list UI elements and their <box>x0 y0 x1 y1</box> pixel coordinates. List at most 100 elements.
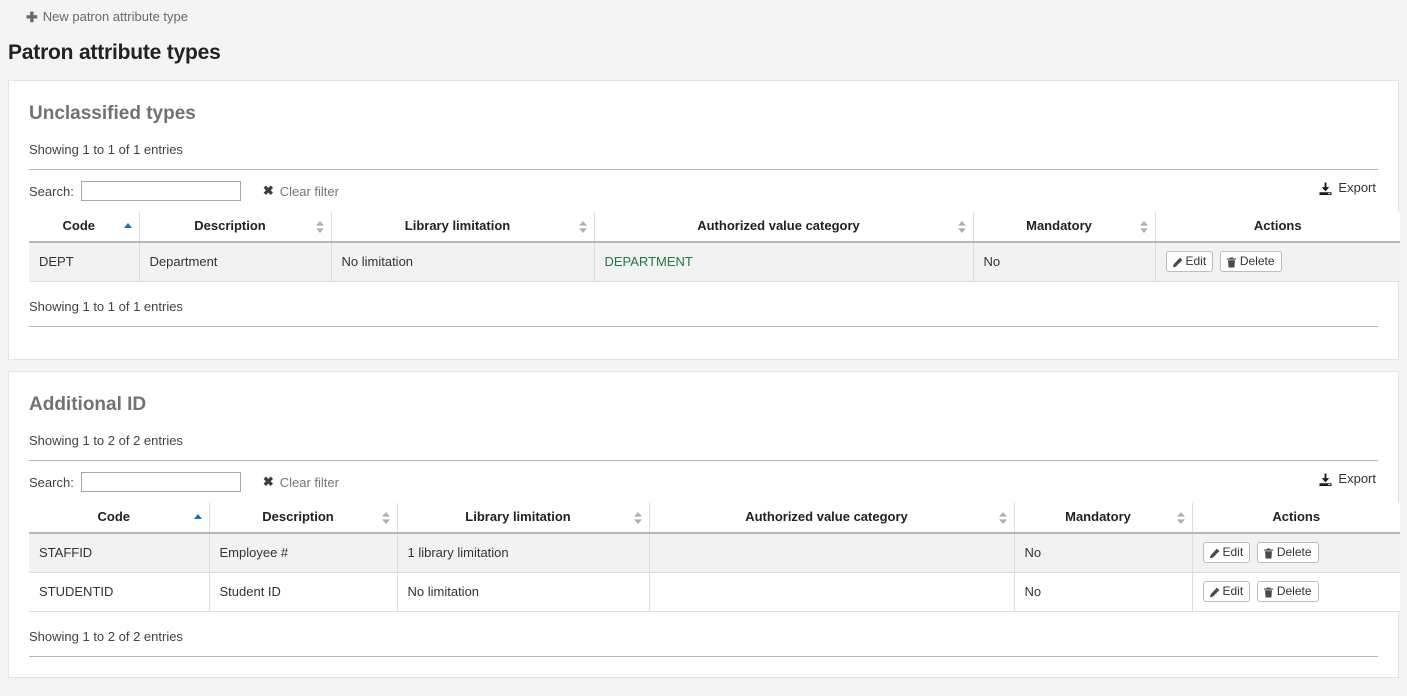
cell-library-limitation: No limitation <box>331 242 594 282</box>
edit-button[interactable]: Edit <box>1203 581 1251 602</box>
showing-entries-top-unclassified: Showing 1 to 1 of 1 entries <box>29 142 1388 157</box>
column-label: Mandatory <box>1026 218 1092 233</box>
column-header-library-limitation[interactable]: Library limitation <box>397 503 649 533</box>
trash-icon <box>1263 548 1274 559</box>
cell-authorized-value-category <box>649 573 1014 612</box>
delete-label: Delete <box>1277 584 1312 598</box>
column-header-actions: Actions <box>1155 212 1400 242</box>
authorized-value-category-link[interactable]: DEPARTMENT <box>605 254 693 269</box>
plus-icon: ✚ <box>26 10 38 24</box>
top-toolbar: ✚ New patron attribute type <box>0 0 1407 33</box>
search-input[interactable] <box>81 181 241 201</box>
export-label: Export <box>1338 471 1376 486</box>
table-row: STAFFID Employee # 1 library limitation … <box>29 533 1400 573</box>
column-label: Mandatory <box>1065 509 1131 524</box>
clear-filter-label: Clear filter <box>280 475 339 490</box>
delete-label: Delete <box>1277 545 1312 559</box>
column-header-library-limitation[interactable]: Library limitation <box>331 212 594 242</box>
panel-unclassified-types: Unclassified types Showing 1 to 1 of 1 e… <box>8 80 1399 360</box>
column-label: Description <box>194 218 266 233</box>
sort-ascending-icon <box>193 511 203 525</box>
delete-button[interactable]: Delete <box>1220 251 1282 272</box>
column-label: Description <box>262 509 334 524</box>
column-header-description[interactable]: Description <box>139 212 331 242</box>
search-label: Search: <box>29 184 74 199</box>
table-header-row: Code Description Library limitation <box>29 503 1400 533</box>
export-button[interactable]: Export <box>1319 180 1376 195</box>
new-patron-attribute-type-button[interactable]: ✚ New patron attribute type <box>26 9 188 24</box>
cell-description: Employee # <box>209 533 397 573</box>
pencil-icon <box>1209 548 1220 559</box>
edit-label: Edit <box>1223 584 1244 598</box>
cell-authorized-value-category: DEPARTMENT <box>594 242 973 282</box>
search-input[interactable] <box>81 472 241 492</box>
sort-neutral-icon <box>998 511 1008 525</box>
table-header: Code Description Library limitation <box>29 503 1400 533</box>
cell-actions: Edit Delete <box>1192 533 1400 573</box>
column-label: Actions <box>1272 509 1320 524</box>
table-header-row: Code Description Library limitation <box>29 212 1400 242</box>
sort-neutral-icon <box>1139 220 1149 234</box>
column-header-mandatory[interactable]: Mandatory <box>973 212 1155 242</box>
section-title-unclassified: Unclassified types <box>29 103 1388 125</box>
clear-filter-label: Clear filter <box>280 184 339 199</box>
column-label: Authorized value category <box>697 218 860 233</box>
clear-filter-button[interactable]: ✖ Clear filter <box>263 183 339 199</box>
table-row: DEPT Department No limitation DEPARTMENT… <box>29 242 1400 282</box>
delete-button[interactable]: Delete <box>1257 581 1319 602</box>
table-header: Code Description Library limitation <box>29 212 1400 242</box>
cell-library-limitation: 1 library limitation <box>397 533 649 573</box>
download-icon <box>1319 473 1332 487</box>
edit-button[interactable]: Edit <box>1166 251 1214 272</box>
column-label: Code <box>63 218 96 233</box>
cell-code: DEPT <box>29 242 139 282</box>
table-body: STAFFID Employee # 1 library limitation … <box>29 533 1400 612</box>
column-header-actions: Actions <box>1192 503 1400 533</box>
sort-neutral-icon <box>1176 511 1186 525</box>
showing-entries-top-additional-id: Showing 1 to 2 of 2 entries <box>29 433 1388 448</box>
filter-row-unclassified: Search: ✖ Clear filter Export <box>19 170 1388 201</box>
export-label: Export <box>1338 180 1376 195</box>
column-header-authorized-value-category[interactable]: Authorized value category <box>649 503 1014 533</box>
search-label: Search: <box>29 475 74 490</box>
new-patron-attribute-type-label: New patron attribute type <box>43 9 188 24</box>
sort-neutral-icon <box>578 220 588 234</box>
sort-neutral-icon <box>957 220 967 234</box>
section-title-additional-id: Additional ID <box>29 394 1388 416</box>
divider <box>29 656 1378 657</box>
column-label: Authorized value category <box>745 509 908 524</box>
page-title: Patron attribute types <box>0 33 1407 65</box>
trash-icon <box>1226 257 1237 268</box>
edit-label: Edit <box>1223 545 1244 559</box>
clear-filter-button[interactable]: ✖ Clear filter <box>263 474 339 490</box>
cell-mandatory: No <box>973 242 1155 282</box>
cell-library-limitation: No limitation <box>397 573 649 612</box>
column-header-code[interactable]: Code <box>29 503 209 533</box>
table-row: STUDENTID Student ID No limitation No Ed… <box>29 573 1400 612</box>
filter-row-additional-id: Search: ✖ Clear filter Export <box>19 461 1388 492</box>
cell-mandatory: No <box>1014 533 1192 573</box>
pencil-icon <box>1172 257 1183 268</box>
close-icon: ✖ <box>263 183 274 199</box>
delete-button[interactable]: Delete <box>1257 542 1319 563</box>
sort-ascending-icon <box>123 220 133 234</box>
cell-authorized-value-category <box>649 533 1014 573</box>
panel-additional-id: Additional ID Showing 1 to 2 of 2 entrie… <box>8 371 1399 678</box>
column-header-authorized-value-category[interactable]: Authorized value category <box>594 212 973 242</box>
cell-description: Student ID <box>209 573 397 612</box>
cell-mandatory: No <box>1014 573 1192 612</box>
download-icon <box>1319 182 1332 196</box>
column-header-code[interactable]: Code <box>29 212 139 242</box>
edit-button[interactable]: Edit <box>1203 542 1251 563</box>
column-header-mandatory[interactable]: Mandatory <box>1014 503 1192 533</box>
cell-code: STAFFID <box>29 533 209 573</box>
cell-actions: Edit Delete <box>1155 242 1400 282</box>
cell-code: STUDENTID <box>29 573 209 612</box>
showing-entries-bottom-additional-id: Showing 1 to 2 of 2 entries <box>29 629 1388 644</box>
divider <box>29 326 1378 327</box>
sort-neutral-icon <box>633 511 643 525</box>
column-label: Code <box>98 509 131 524</box>
export-button[interactable]: Export <box>1319 471 1376 486</box>
close-icon: ✖ <box>263 474 274 490</box>
column-header-description[interactable]: Description <box>209 503 397 533</box>
